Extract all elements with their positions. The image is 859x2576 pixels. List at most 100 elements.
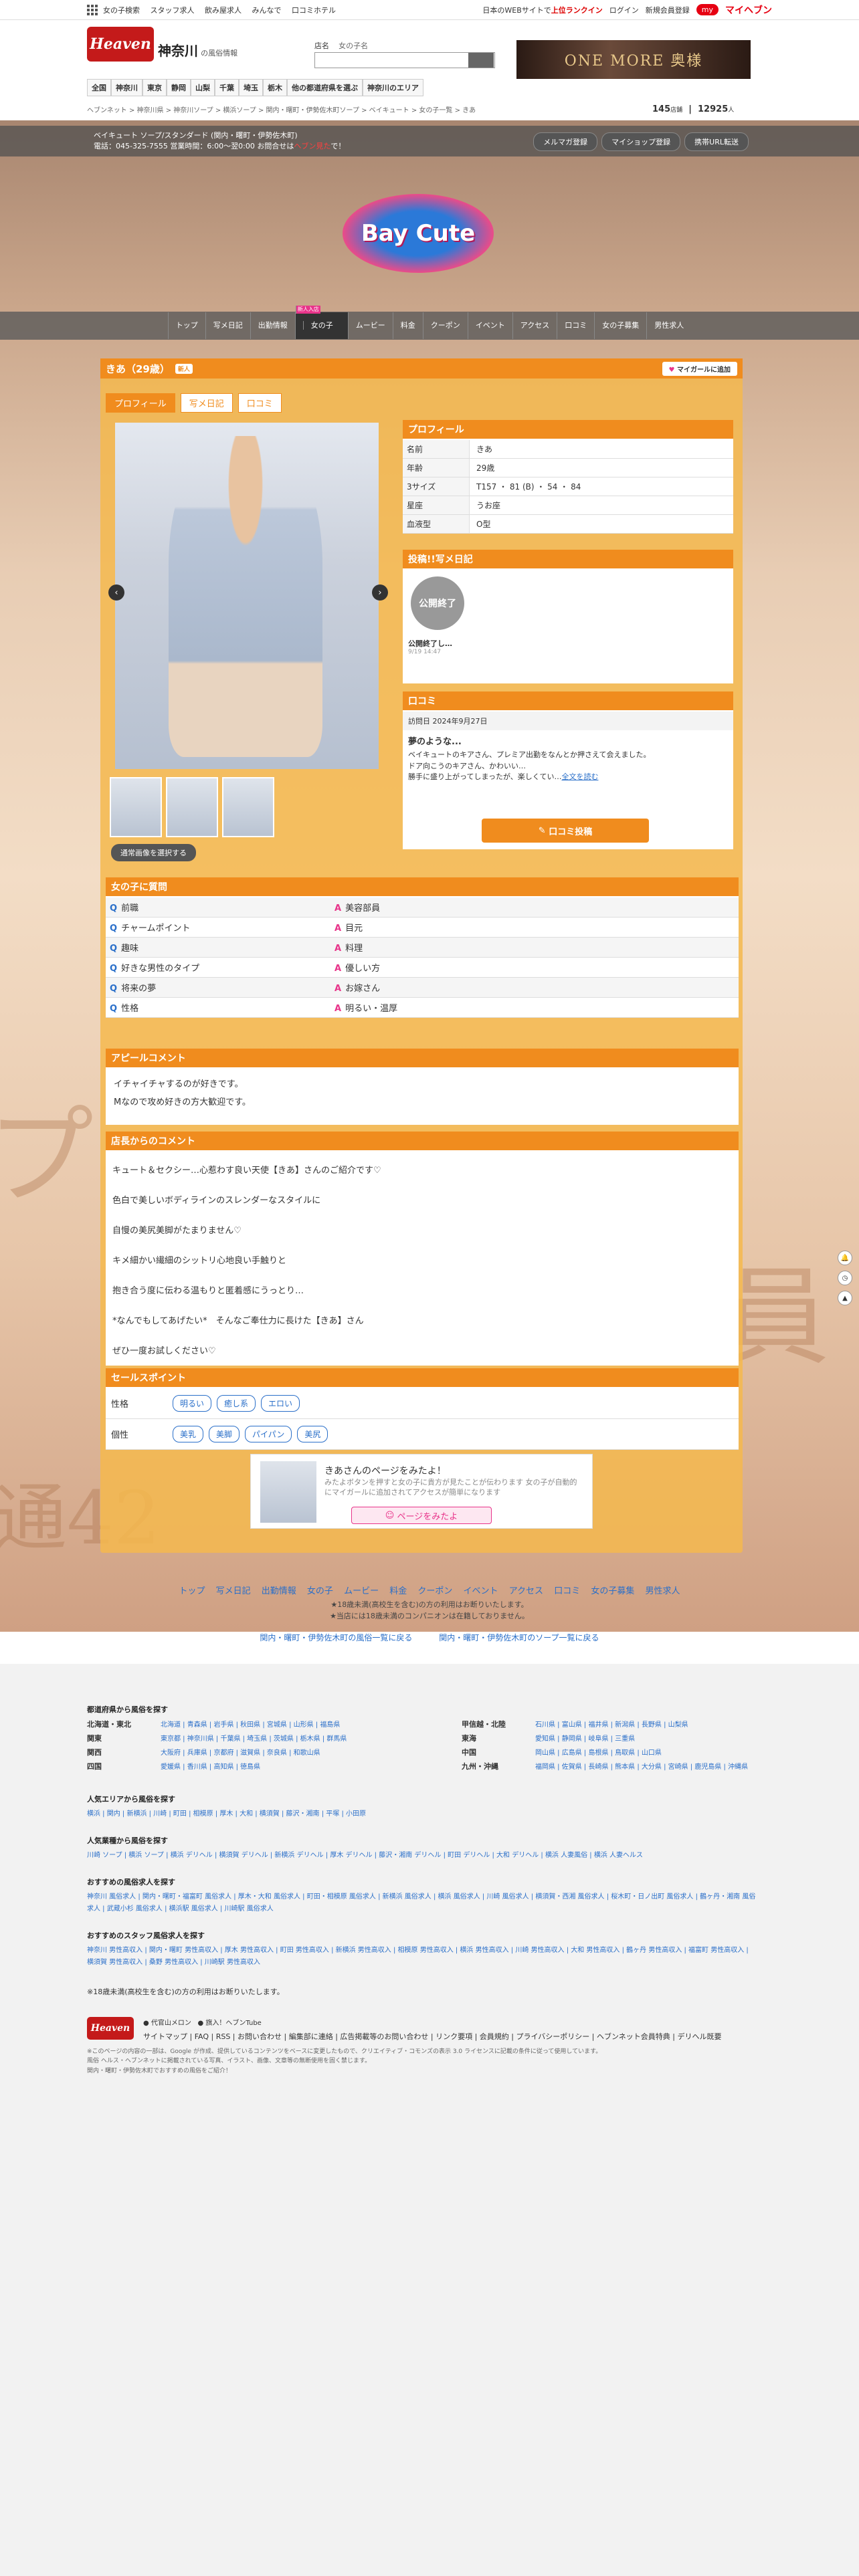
sales-tag[interactable]: 美尻 [297,1426,328,1442]
job-links[interactable]: 神奈川 風俗求人 | 関内・曙町・福富町 風俗求人 | 厚木・大和 風俗求人 |… [87,1891,756,1915]
shopnav-coupon[interactable]: クーポン [422,312,468,339]
photo-thumbnail[interactable] [166,777,218,837]
area-tokyo[interactable]: 東京 [142,79,167,96]
register-link[interactable]: 新規会員登録 [646,5,690,15]
area-kanagawa-areas[interactable]: 神奈川のエリア [363,79,423,96]
pref-links[interactable]: 東京都 | 神奈川県 | 千葉県 | 埼玉県 | 茨城県 | 栃木県 | 群馬県 [161,1735,347,1743]
back-to-soap-list[interactable]: 関内・曙町・伊勢佐木町のソープ一覧に戻る [439,1633,599,1642]
site-logo[interactable]: Heaven [87,27,154,62]
shopnav-movie[interactable]: ムービー [347,312,393,339]
partner-link-melon[interactable]: 代官山メロン [151,2020,191,2027]
shopnav-girls[interactable]: 新人入店 女の子 [294,306,348,339]
search-button[interactable] [468,53,494,68]
footnav-recruit-girls[interactable]: 女の子募集 [591,1586,634,1596]
photo-prev-button[interactable]: ‹ [108,584,124,601]
select-normal-image-button[interactable]: 通常画像を選択する [111,844,196,861]
myshop-button[interactable]: マイショップ登録 [601,132,681,151]
sales-tag[interactable]: エロい [261,1395,300,1412]
area-tochigi[interactable]: 栃木 [263,79,287,96]
area-all[interactable]: 全国 [87,79,111,96]
shopnav-diary[interactable]: 写メ日記 [205,312,250,339]
top-link-minna[interactable]: みんなで [252,6,282,15]
top-link-review-hotel[interactable]: 口コミホテル [292,6,336,15]
sales-tag[interactable]: 癒し系 [217,1395,256,1412]
diary-card[interactable]: 公開終了 公開終了し… 9/19 14:47 [408,572,467,655]
mobile-url-button[interactable]: 携帯URL転送 [684,132,749,151]
login-link[interactable]: ログイン [609,5,639,15]
history-icon[interactable]: ◷ [838,1271,852,1285]
shopnav-access[interactable]: アクセス [512,312,557,339]
footnav-price[interactable]: 料金 [389,1586,407,1596]
footer-links[interactable]: サイトマップ | FAQ | RSS | お問い合わせ | 編集部に連絡 | 広… [143,2031,721,2042]
sales-row: 性格 明るい 癒し系 エロい [106,1388,739,1419]
footnav-schedule[interactable]: 出勤情報 [262,1586,296,1596]
pref-links[interactable]: 福岡県 | 佐賀県 | 長崎県 | 熊本県 | 大分県 | 宮崎県 | 鹿児島県… [535,1763,748,1771]
sales-tag[interactable]: 美乳 [173,1426,204,1442]
area-kanagawa[interactable]: 神奈川 [111,79,142,96]
breadcrumb[interactable]: ヘブンネット > 神奈川県 > 神奈川ソープ > 横浜ソープ > 関内・曙町・伊… [87,104,476,114]
area-other-pref[interactable]: 他の都道府県を選ぶ [287,79,363,96]
pref-links[interactable]: 大阪府 | 兵庫県 | 京都府 | 滋賀県 | 奈良県 | 和歌山県 [161,1749,320,1757]
footnav-coupon[interactable]: クーポン [417,1586,452,1596]
sales-tag[interactable]: 明るい [173,1395,212,1412]
footnav-top[interactable]: トップ [179,1586,205,1596]
shopnav-recruit-girls[interactable]: 女の子募集 [594,312,646,339]
search-shop-label[interactable]: 店名 [314,40,329,51]
main-photo[interactable] [115,423,379,769]
mailmag-button[interactable]: メルマガ登録 [533,132,598,151]
staff-job-links[interactable]: 神奈川 男性高収入 | 関内・曙町 男性高収入 | 厚木 男性高収入 | 町田 … [87,1945,756,1969]
partner-link-tube[interactable]: 旗入！ヘブンTube [205,2020,261,2027]
mitayo-button[interactable]: ☺ ページをみたよ [351,1507,492,1524]
footnav-recruit-men[interactable]: 男性求人 [646,1586,680,1596]
area-chiba[interactable]: 千葉 [215,79,239,96]
top-link-bar-job[interactable]: 飲み屋求人 [205,6,242,15]
bell-icon[interactable]: 🔔 [838,1251,852,1265]
sales-tag[interactable]: 美脚 [209,1426,240,1442]
post-review-button[interactable]: ✎ 口コミ投稿 [482,819,649,843]
add-mygirl-button[interactable]: ♥ マイガールに追加 [662,362,737,376]
pref-region: 四国 [87,1762,102,1771]
footnav-girls[interactable]: 女の子 [307,1586,333,1596]
tab-profile[interactable]: プロフィール [106,393,175,413]
pref-links[interactable]: 北海道 | 青森県 | 岩手県 | 秋田県 | 宮城県 | 山形県 | 福島県 [161,1721,340,1729]
popular-area-links[interactable]: 横浜 | 関内 | 新横浜 | 川崎 | 町田 | 相模原 | 厚木 | 大和 … [87,1808,756,1820]
footnav-movie[interactable]: ムービー [344,1586,379,1596]
sales-tag[interactable]: パイパン [245,1426,292,1442]
shopnav-schedule[interactable]: 出勤情報 [250,312,295,339]
footnav-event[interactable]: イベント [464,1586,498,1596]
footnav-review[interactable]: 口コミ [554,1586,580,1596]
area-saitama[interactable]: 埼玉 [239,79,263,96]
area-shizuoka[interactable]: 静岡 [167,79,191,96]
photo-thumbnail[interactable] [222,777,274,837]
shopnav-review[interactable]: 口コミ [557,312,594,339]
shopnav-recruit-men[interactable]: 男性求人 [646,312,691,339]
top-link-girl-search[interactable]: 女の子検索 [103,6,140,15]
page-top-icon[interactable]: ▲ [838,1291,852,1305]
read-more-link[interactable]: 全文を読む [561,772,598,781]
photo-next-button[interactable]: › [372,584,388,601]
pref-links[interactable]: 愛知県 | 静岡県 | 岐阜県 | 三重県 [535,1735,635,1743]
tab-review[interactable]: 口コミ [237,393,282,413]
footnav-diary[interactable]: 写メ日記 [216,1586,251,1596]
popular-type-links[interactable]: 川崎 ソープ | 横浜 ソープ | 横浜 デリヘル | 横須賀 デリヘル | 新… [87,1850,756,1862]
footnav-access[interactable]: アクセス [509,1586,543,1596]
ad-banner[interactable]: ONE MORE 奥様 [516,40,751,79]
pref-links[interactable]: 愛媛県 | 香川県 | 高知県 | 徳島県 [161,1763,260,1771]
top-link-staff-job[interactable]: スタッフ求人 [151,6,195,15]
shop-logo[interactable]: Bay Cute [343,194,494,273]
pref-row: 関西 大阪府 | 兵庫県 | 京都府 | 滋賀県 | 奈良県 | 和歌山県 [87,1747,421,1757]
shopnav-price[interactable]: 料金 [392,312,423,339]
grid-menu-icon[interactable] [87,4,98,15]
pref-links[interactable]: 石川県 | 富山県 | 福井県 | 新潟県 | 長野県 | 山梨県 [535,1721,688,1729]
shopnav-event[interactable]: イベント [467,312,512,339]
shopnav-top[interactable]: トップ [167,312,205,339]
area-yamanashi[interactable]: 山梨 [191,79,215,96]
back-to-fuzoku-list[interactable]: 関内・曙町・伊勢佐木町の風俗一覧に戻る [260,1633,412,1642]
tab-diary[interactable]: 写メ日記 [180,393,233,413]
footer-logo[interactable]: Heaven [87,2017,134,2040]
search-girl-label[interactable]: 女の子名 [339,40,368,51]
pref-links[interactable]: 岡山県 | 広島県 | 島根県 | 鳥取県 | 山口県 [535,1749,662,1757]
my-heaven-link[interactable]: マイヘブン [725,3,772,17]
photo-thumbnail[interactable] [110,777,162,837]
my-badge[interactable]: my [696,4,719,15]
